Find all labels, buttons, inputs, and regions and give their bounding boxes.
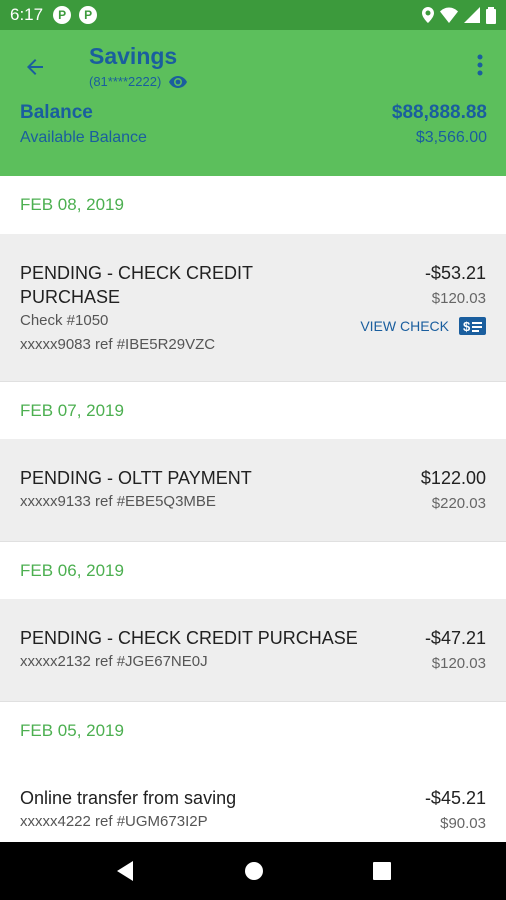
back-button[interactable] (18, 50, 52, 84)
status-time: 6:17 (10, 5, 44, 24)
transaction-description: PENDING - OLTT PAYMENT (20, 468, 252, 488)
status-bar: 6:17 P P (0, 0, 506, 30)
more-vert-icon (477, 54, 483, 76)
balance-label: Balance (20, 102, 93, 123)
status-icons (422, 6, 496, 24)
available-balance-value: $3,566.00 (415, 129, 487, 146)
account-number-row: (81****2222) (89, 74, 188, 89)
system-nav-bar (0, 842, 506, 900)
transaction-description: PENDING - CHECK CREDIT (20, 263, 254, 283)
notification-icon: P (79, 6, 98, 24)
check-number: Check #1050 (20, 312, 109, 329)
date-header: FEB 05, 2019 (0, 701, 506, 759)
page-title: Savings (89, 43, 178, 69)
svg-text:$: $ (463, 319, 471, 334)
more-options-button[interactable] (468, 50, 492, 80)
running-balance: $120.03 (431, 290, 486, 307)
battery-icon (486, 6, 496, 24)
transaction-item[interactable]: PENDING - CHECK CREDIT PURCHASE Check #1… (0, 234, 506, 381)
arrow-left-icon (27, 59, 43, 75)
transaction-item[interactable]: PENDING - CHECK CREDIT PURCHASE xxxxx213… (0, 599, 506, 701)
date-header: FEB 08, 2019 (0, 176, 506, 234)
running-balance: $120.03 (431, 655, 486, 672)
transaction-amount: -$53.21 (424, 263, 486, 283)
signal-icon (464, 7, 480, 23)
transaction-description: Online transfer from saving (20, 788, 237, 808)
date-header: FEB 06, 2019 (0, 541, 506, 599)
running-balance: $220.03 (431, 495, 486, 512)
date-header: FEB 07, 2019 (0, 381, 506, 439)
transaction-ref: xxxxx2132 ref #JGE67NE0J (20, 653, 208, 670)
transaction-amount: -$47.21 (424, 628, 486, 648)
transaction-amount: -$45.21 (424, 788, 486, 808)
transaction-item[interactable]: Online transfer from saving xxxxx4222 re… (0, 759, 506, 842)
account-header: Savings (81****2222) Balance $88,888.88 … (0, 30, 506, 176)
nav-back-icon[interactable] (115, 860, 135, 882)
balance-value: $88,888.88 (391, 102, 487, 123)
running-balance: $90.03 (440, 815, 486, 832)
transaction-description: PURCHASE (20, 287, 121, 307)
view-check-label: VIEW CHECK (360, 318, 449, 334)
eye-icon[interactable] (169, 75, 188, 88)
transaction-ref: xxxxx9133 ref #EBE5Q3MBE (20, 493, 216, 510)
notification-icon: P (53, 6, 72, 24)
transaction-ref: xxxxx9083 ref #IBE5R29VZC (20, 336, 216, 353)
wifi-icon (440, 7, 458, 23)
transaction-description: PENDING - CHECK CREDIT PURCHASE (20, 628, 358, 648)
check-icon: $ (459, 317, 486, 335)
transaction-ref: xxxxx4222 ref #UGM673I2P (20, 813, 208, 830)
account-number: (81****2222) (89, 74, 162, 89)
transaction-item[interactable]: PENDING - OLTT PAYMENT xxxxx9133 ref #EB… (0, 439, 506, 541)
nav-home-icon[interactable] (244, 861, 264, 881)
transaction-amount: $122.00 (420, 468, 486, 488)
available-balance-label: Available Balance (20, 129, 147, 146)
nav-recents-icon[interactable] (373, 862, 392, 880)
view-check-button[interactable]: VIEW CHECK $ (360, 317, 486, 335)
transaction-list[interactable]: FEB 08, 2019 PENDING - CHECK CREDIT PURC… (0, 176, 506, 842)
location-icon (422, 7, 434, 23)
